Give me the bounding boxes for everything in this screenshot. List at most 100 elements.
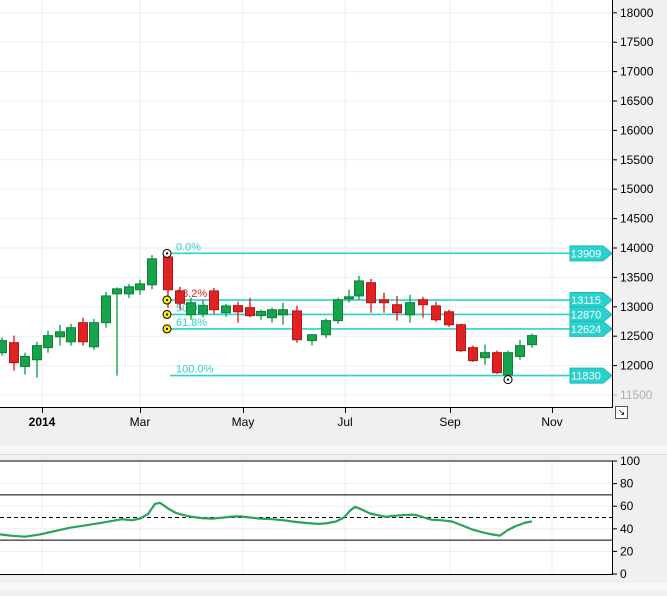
candle-body [355,281,364,296]
candlestick [210,288,219,314]
candle-body [176,291,185,303]
price-axis-label: 11500 [620,388,653,402]
candle-body [210,291,219,310]
candle-body [367,283,376,303]
price-axis-label: 15500 [620,153,654,167]
fib-anchor-point[interactable] [163,310,171,318]
candle-body [10,343,19,363]
candle-body [432,306,441,320]
indicator-panel[interactable]: 100 80 60 40 20 0 [0,455,667,596]
price-tag: 13115 [570,293,612,308]
candle-body [279,310,288,315]
candlestick [148,255,157,289]
candlestick [0,338,7,356]
price-axis-label: 18000 [620,6,654,20]
price-tag-text: 12624 [571,324,602,336]
anchor-dot [507,378,509,380]
price-tag-text: 13115 [571,295,601,307]
price-axis-label: 17500 [620,35,654,49]
candle-body [234,306,243,312]
anchor-dot [166,299,168,301]
time-axis-tick [243,408,244,413]
candlestick [504,351,513,376]
candlestick [293,306,302,343]
price-axis-label: 14000 [620,241,654,255]
oscillator-axis-label: 100 [620,455,640,468]
candle-body [504,353,513,375]
candlestick-chart[interactable]: 1800017500170001650016000155001500014500… [0,0,667,408]
candle-body [125,287,134,294]
time-axis-label: Nov [541,415,562,429]
candle-body [419,300,428,305]
price-tag-text: 11830 [571,371,601,383]
candle-body [308,335,317,341]
fib-level-label: 0.0% [176,241,201,253]
candlestick [493,351,502,374]
time-axis-tick [140,408,141,413]
fib-anchor-point[interactable] [163,325,171,333]
fib-level-label: 100.0% [176,364,214,376]
fib-anchor-point[interactable] [504,376,512,384]
candle-body [246,308,255,316]
price-axis-label: 13500 [620,270,654,284]
oscillator-axis-label: 40 [620,522,634,536]
candle-body [56,332,65,337]
price-tag: 11830 [570,368,612,383]
candle-body [148,259,157,285]
candlestick [322,319,331,338]
price-tag-text: 12870 [571,309,602,321]
time-axis[interactable]: 2014MarMayJulSepNov [0,408,667,446]
price-tag: 13909 [570,246,612,261]
candle-body [268,310,277,318]
time-axis-tick [345,408,346,413]
time-axis-tick [42,408,43,413]
candle-body [44,336,53,348]
candle-body [481,353,490,358]
price-axis-label: 16500 [620,94,654,108]
time-axis-label: Mar [130,415,151,429]
candle-body [199,306,208,314]
candlestick [334,298,343,324]
time-axis-tick [450,408,451,413]
candle-body [528,336,537,345]
fib-anchor-point[interactable] [163,296,171,304]
fib-level-label: 61.8% [176,317,207,329]
fib-anchor-point[interactable] [163,249,171,257]
candle-body [33,346,42,360]
main-chart-panel[interactable]: 1800017500170001650016000155001500014500… [0,0,667,408]
resize-grip[interactable]: ↘ [615,406,628,419]
price-tag: 12624 [570,321,612,336]
candle-body [164,257,173,290]
time-axis-tick [552,408,553,413]
candle-body [67,328,76,342]
price-axis-label: 16000 [620,123,654,137]
time-axis-label: May [232,415,255,429]
candle-body [102,296,111,323]
time-axis-label: 2014 [29,415,56,429]
rsi-chart[interactable]: 100 80 60 40 20 0 [0,455,667,596]
candle-body [493,353,502,373]
anchor-dot [166,313,168,315]
oscillator-axis-label: 60 [620,499,634,513]
candle-body [0,341,7,353]
price-axis-label: 17000 [620,65,654,79]
candlestick [102,292,111,328]
candle-body [516,346,525,357]
oscillator-axis-label: 20 [620,544,634,558]
anchor-dot [166,328,168,330]
candlestick [445,310,454,327]
price-axis[interactable] [612,0,667,408]
candle-body [21,356,30,366]
panel-splitter[interactable] [0,446,667,455]
price-tag-text: 13909 [571,248,602,260]
oscillator-axis-label: 80 [620,477,634,491]
price-axis-label: 12000 [620,359,654,373]
candle-body [457,325,466,351]
candlestick [469,346,478,362]
candle-body [322,321,331,335]
candle-body [113,289,122,294]
anchor-dot [166,252,168,254]
price-axis-label: 15000 [620,182,654,196]
bottom-strip [0,583,667,590]
oscillator-axis-label: 0 [620,567,627,581]
